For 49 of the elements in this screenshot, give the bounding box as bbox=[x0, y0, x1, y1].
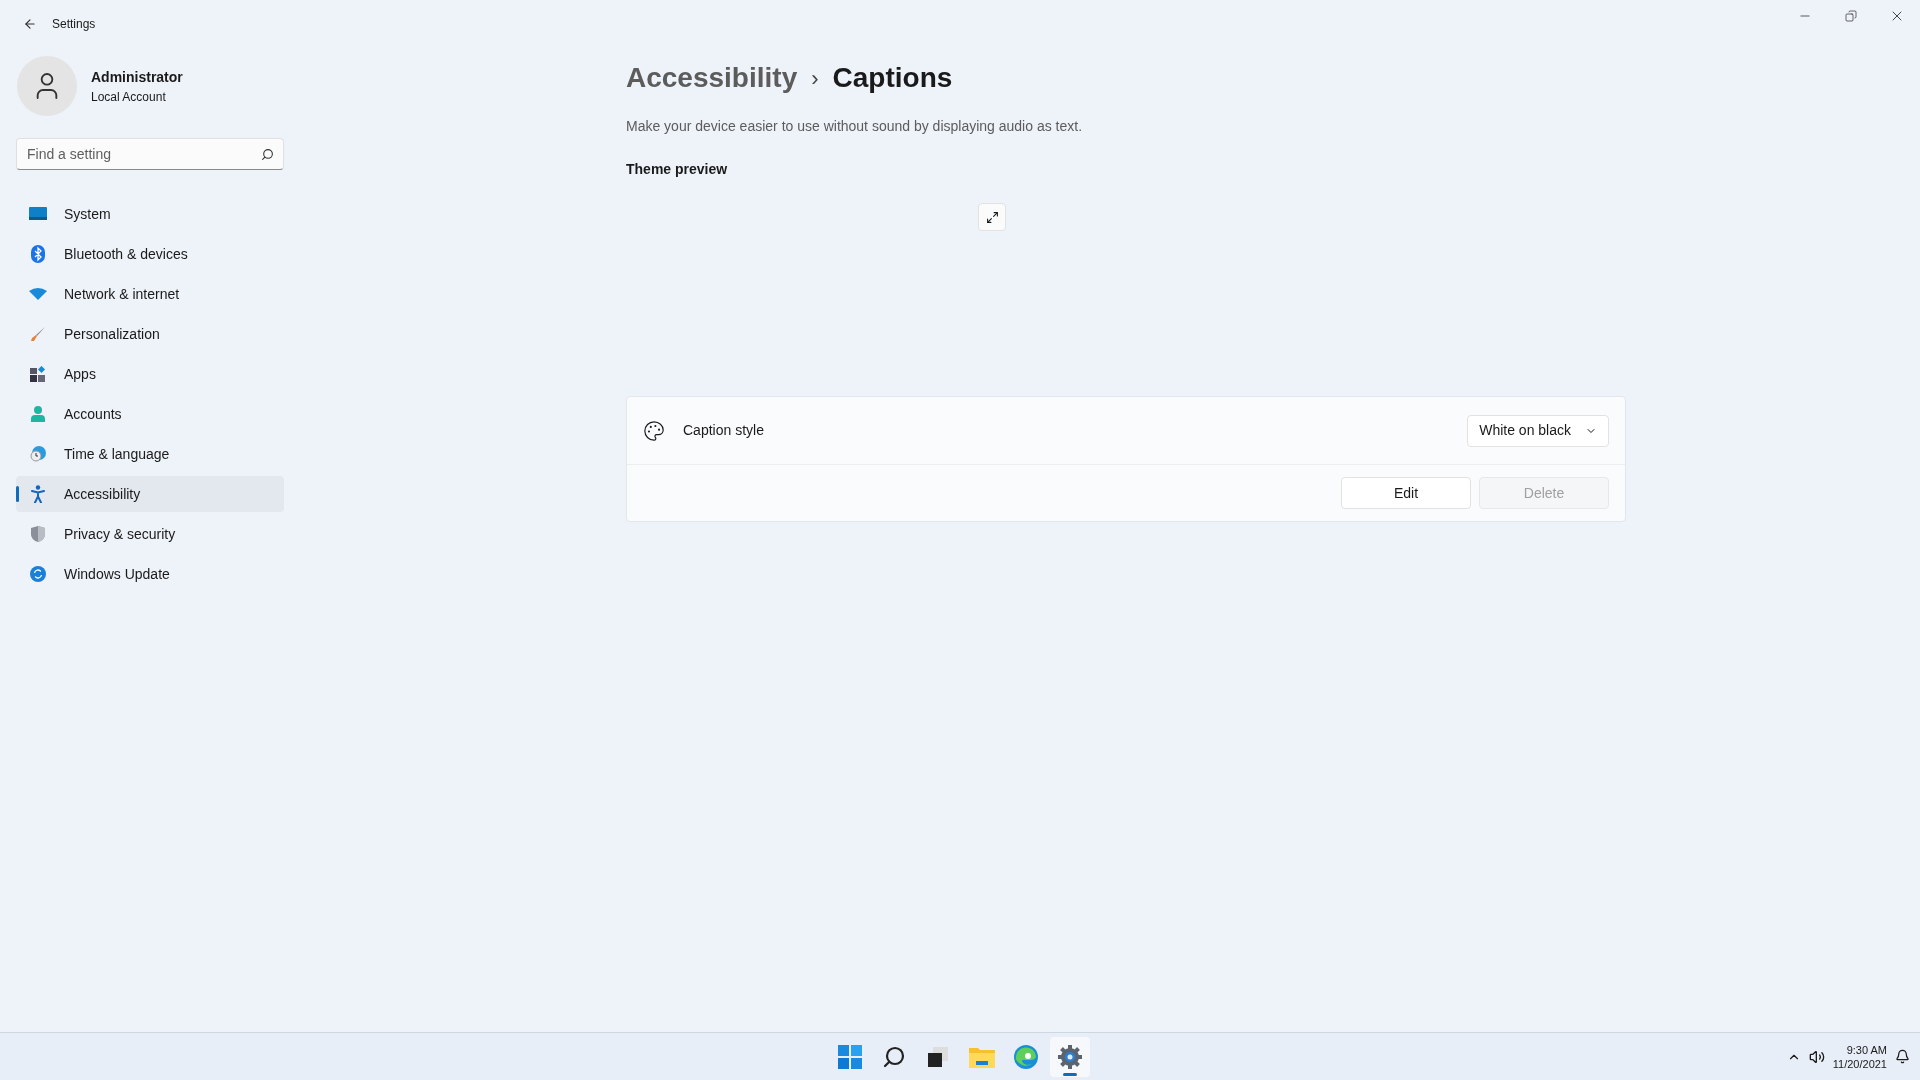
windows-logo-icon bbox=[838, 1044, 862, 1069]
wifi-icon bbox=[29, 288, 47, 300]
folder-icon bbox=[969, 1045, 995, 1068]
account-type: Local Account bbox=[91, 88, 167, 106]
sidebar-item[interactable]: Time & language bbox=[16, 436, 284, 472]
notification-icon[interactable] bbox=[1895, 1049, 1910, 1064]
breadcrumb-separator: › bbox=[811, 64, 819, 93]
clock-time: 9:30 AM bbox=[1846, 1042, 1887, 1057]
window-title: Settings bbox=[52, 16, 96, 33]
sidebar-item[interactable]: Windows Update bbox=[16, 556, 284, 592]
caption-style-label: Caption style bbox=[683, 421, 764, 440]
gear-icon bbox=[1058, 1044, 1082, 1069]
sidebar-item[interactable]: Personalization bbox=[16, 316, 284, 352]
sync-icon bbox=[30, 566, 46, 582]
user-name: Administrator bbox=[91, 67, 183, 87]
accessibility-icon bbox=[31, 485, 45, 503]
caption-style-dropdown[interactable]: White on black bbox=[1467, 414, 1609, 447]
caption-action-button[interactable]: Edit bbox=[1341, 477, 1471, 509]
monitor-icon bbox=[29, 207, 47, 221]
search-icon bbox=[261, 148, 274, 161]
expand-icon bbox=[985, 210, 999, 224]
search-icon bbox=[882, 1044, 906, 1069]
search-field[interactable]: Find a setting bbox=[16, 138, 284, 170]
person-icon bbox=[31, 406, 45, 422]
sidebar-item[interactable]: Accounts bbox=[16, 396, 284, 432]
sidebar-item[interactable]: Bluetooth & devices bbox=[16, 236, 284, 272]
sidebar-item[interactable]: Network & internet bbox=[16, 276, 284, 312]
selection-indicator bbox=[16, 486, 19, 502]
sidebar-item[interactable]: System bbox=[16, 196, 284, 232]
task-view-icon bbox=[926, 1044, 950, 1069]
sidebar-item[interactable]: Apps bbox=[16, 356, 284, 392]
page-title: Captions bbox=[832, 61, 953, 95]
expand-preview-button[interactable] bbox=[978, 203, 1006, 231]
sidebar-item[interactable]: Accessibility bbox=[16, 476, 284, 512]
speaker-icon[interactable] bbox=[1808, 1048, 1825, 1065]
breadcrumb-parent[interactable]: Accessibility bbox=[626, 57, 798, 99]
bluetooth-icon bbox=[31, 245, 45, 263]
restore-icon bbox=[1845, 10, 1857, 22]
active-indicator bbox=[1063, 1072, 1077, 1076]
globe-clock-icon bbox=[30, 446, 46, 462]
clock-date: 11/20/2021 bbox=[1832, 1056, 1887, 1071]
apps-icon bbox=[30, 366, 46, 382]
section-heading: Theme preview bbox=[626, 160, 729, 179]
page-description: Make your device easier to use without sound by displaying audio as text. bbox=[626, 117, 1084, 136]
sidebar-item[interactable]: Privacy & security bbox=[16, 516, 284, 552]
palette-icon bbox=[643, 419, 665, 442]
browser-swirl-icon bbox=[1014, 1044, 1038, 1069]
paintbrush-icon bbox=[30, 326, 46, 342]
shield-icon bbox=[31, 526, 45, 542]
